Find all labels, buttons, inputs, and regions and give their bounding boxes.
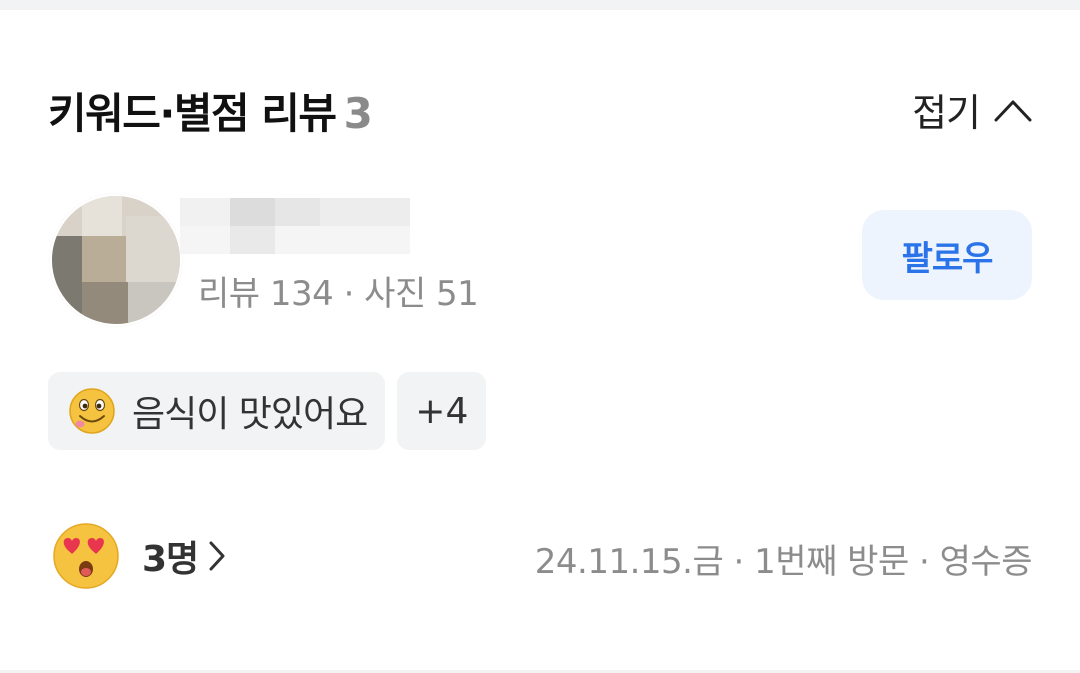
yum-face-emoji-icon xyxy=(69,388,115,434)
reaction-button[interactable]: 3명 xyxy=(52,522,226,590)
reaction-count: 3명 xyxy=(142,539,199,580)
top-divider xyxy=(0,0,1080,10)
review-footer: 3명 24.11.15.금 · 1번째 방문 · 영수증 xyxy=(52,522,1033,592)
avatar[interactable] xyxy=(52,196,180,324)
keyword-chip[interactable]: 음식이 맛있어요 xyxy=(48,372,386,450)
keyword-chips: 음식이 맛있어요 +4 xyxy=(48,372,487,450)
more-keywords-label: +4 xyxy=(415,390,469,432)
follow-button[interactable]: 팔로우 xyxy=(862,210,1032,300)
section-title-text: 키워드·별점 리뷰 xyxy=(48,89,337,138)
chevron-up-icon xyxy=(994,100,1032,121)
keyword-chip-label: 음식이 맛있어요 xyxy=(132,394,368,435)
heart-eyes-emoji-icon xyxy=(53,523,119,589)
section-title: 키워드·별점 리뷰 3 xyxy=(48,80,373,141)
reviewer-stats: 리뷰 134 · 사진 51 xyxy=(198,274,479,314)
review-count: 3 xyxy=(343,89,373,138)
more-keywords-button[interactable]: +4 xyxy=(397,372,487,450)
reviewer-profile: 리뷰 134 · 사진 51 팔로우 xyxy=(52,188,1032,328)
fold-button[interactable]: 접기 xyxy=(912,82,1032,137)
fold-label: 접기 xyxy=(912,91,981,135)
section-header: 키워드·별점 리뷰 3 접기 xyxy=(48,76,1032,138)
visit-info: 24.11.15.금 · 1번째 방문 · 영수증 xyxy=(534,542,1033,582)
chevron-right-icon xyxy=(209,541,225,571)
blurred-username[interactable] xyxy=(180,188,410,254)
